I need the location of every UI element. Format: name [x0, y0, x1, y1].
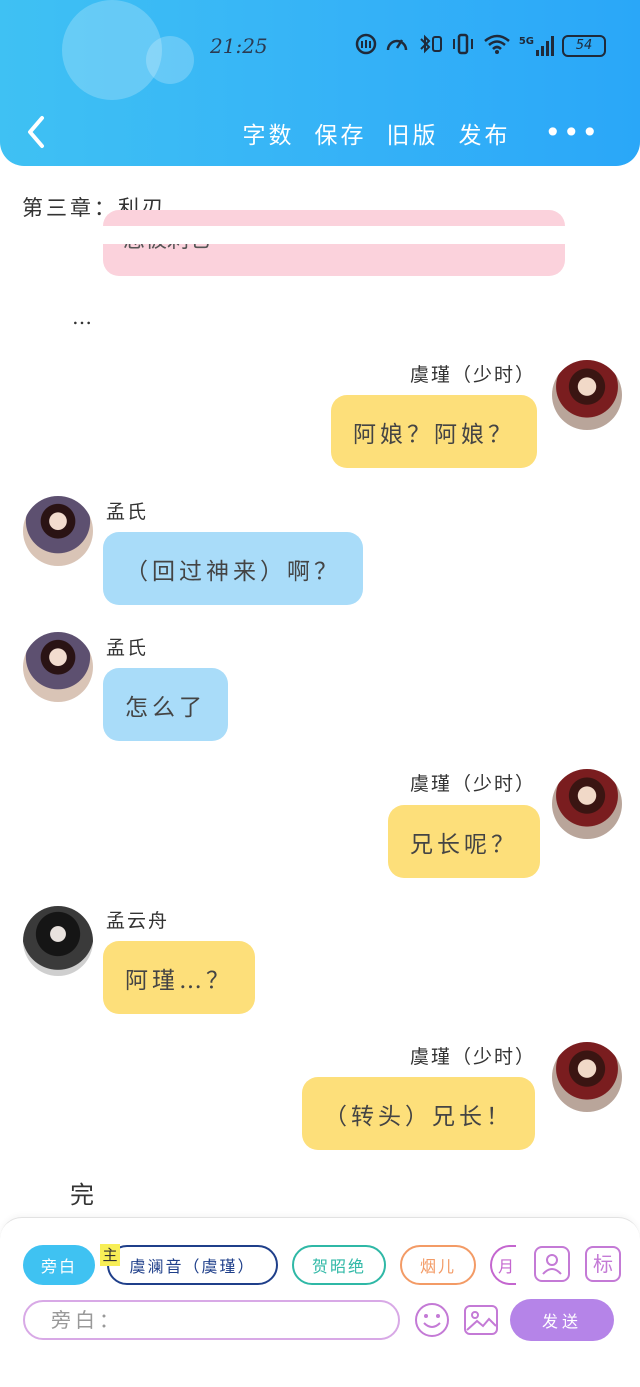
- image-icon[interactable]: [463, 1302, 499, 1338]
- message-bubble[interactable]: （回过神来）啊？: [103, 532, 363, 605]
- avatar[interactable]: [552, 769, 622, 839]
- status-icons: 5G 54: [355, 33, 606, 59]
- back-arrow-icon: [28, 116, 44, 148]
- character-chip-yu[interactable]: 虞澜音（虞瑾）: [107, 1245, 278, 1285]
- network-label: 5G: [518, 36, 534, 47]
- narration-ellipsis: …: [72, 305, 92, 329]
- speaker-name: 孟氏: [106, 501, 149, 523]
- app-header: 21:25 5G 54 字数 保存 旧版 发布 •••: [0, 0, 640, 166]
- publish-button[interactable]: 发布: [458, 116, 510, 150]
- bluetooth-icon: [417, 33, 443, 59]
- character-chip-he[interactable]: 贺昭绝: [292, 1245, 386, 1285]
- back-button[interactable]: [22, 112, 52, 152]
- avatar[interactable]: [23, 906, 93, 976]
- save-button[interactable]: 保存: [314, 116, 366, 150]
- character-manage-icon[interactable]: [534, 1246, 570, 1282]
- emoji-icon[interactable]: [414, 1302, 450, 1338]
- message-input[interactable]: 旁白：: [23, 1300, 400, 1340]
- toolbar-actions: 字数 保存 旧版 发布 •••: [242, 116, 600, 150]
- composer-panel: 旁白 虞澜音（虞瑾） 主 贺昭绝 烟儿 月 标 旁白： 发送: [0, 1217, 640, 1387]
- speaker-name: 孟氏: [106, 637, 149, 659]
- avatar[interactable]: [552, 360, 622, 430]
- status-time: 21:25: [210, 34, 268, 58]
- speaker-name: 虞瑾（少时）: [409, 773, 536, 795]
- avatar[interactable]: [23, 632, 93, 702]
- old-version-button[interactable]: 旧版: [386, 116, 438, 150]
- character-chip-aside[interactable]: 旁白: [23, 1245, 95, 1285]
- main-character-badge: 主: [100, 1244, 120, 1266]
- chat-top-mask: [0, 226, 640, 244]
- tag-icon[interactable]: 标: [585, 1246, 621, 1282]
- vibrate-icon: [451, 33, 475, 59]
- speaker-name: 虞瑾（少时）: [409, 364, 536, 386]
- word-count-button[interactable]: 字数: [242, 116, 294, 150]
- character-chip-partial[interactable]: 月: [490, 1245, 516, 1285]
- decor-bubble-small: [146, 36, 194, 84]
- speaker-name: 虞瑾（少时）: [409, 1046, 536, 1068]
- speed-icon: [385, 33, 409, 59]
- message-bubble[interactable]: 兄长呢？: [388, 805, 540, 878]
- message-bubble[interactable]: 怎么了: [103, 668, 228, 741]
- battery-icon: 54: [562, 35, 606, 57]
- avatar[interactable]: [552, 1042, 622, 1112]
- message-bubble[interactable]: （转头）兄长！: [302, 1077, 535, 1150]
- message-bubble[interactable]: 阿瑾…？: [103, 941, 255, 1014]
- send-button[interactable]: 发送: [510, 1299, 614, 1341]
- end-marker: 完: [70, 1181, 94, 1209]
- speaker-name: 孟云舟: [106, 910, 170, 932]
- nfc-icon: [355, 33, 377, 59]
- avatar[interactable]: [23, 496, 93, 566]
- message-bubble[interactable]: 阿娘？阿娘？: [331, 395, 537, 468]
- character-chip-yan[interactable]: 烟儿: [400, 1245, 476, 1285]
- more-icon[interactable]: •••: [544, 119, 600, 147]
- signal-icon: 5G: [519, 36, 554, 56]
- wifi-icon: [483, 33, 511, 59]
